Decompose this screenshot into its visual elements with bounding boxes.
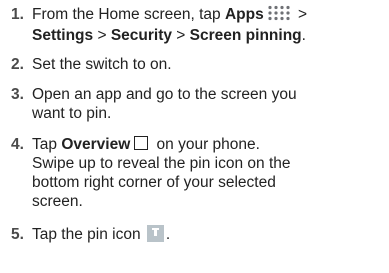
settings-label: Settings — [32, 27, 94, 44]
step-1-text-pre: From the Home screen, tap — [32, 6, 225, 23]
step-text: From the Home screen, tap Apps > Setting… — [32, 5, 384, 45]
apps-grid-icon — [267, 5, 291, 26]
screen-pinning-label: Screen pinning — [189, 27, 302, 44]
step-text: Tap the pin icon . — [32, 225, 384, 244]
step-5-text-pre: Tap the pin icon — [32, 226, 145, 243]
step-number: 3. — [11, 86, 24, 103]
step-4-line-3: bottom right corner of your selected — [32, 174, 276, 191]
separator: > — [93, 27, 111, 44]
overview-label: Overview — [61, 136, 131, 153]
step-4-text-pre: Tap — [32, 136, 62, 153]
overview-icon — [134, 136, 149, 150]
security-label: Security — [110, 27, 172, 44]
step-3-line-1: Open an app and go to the screen you — [32, 86, 297, 103]
step-number: 4. — [11, 136, 24, 153]
step-4-text-post: on your phone. — [152, 136, 260, 153]
step-text: Set the switch to on. — [32, 56, 172, 73]
pin-icon — [146, 225, 164, 242]
step-number: 1. — [11, 6, 24, 23]
step-3-line-2: want to pin. — [32, 105, 112, 122]
period: . — [301, 27, 306, 44]
period: . — [165, 226, 171, 243]
step-text: Open an app and go to the screen you wan… — [32, 85, 384, 123]
step-text: Tap Overview on your phone. Swipe up to … — [32, 135, 384, 211]
step-1-text-post: > — [293, 6, 308, 23]
step-number: 2. — [11, 56, 24, 73]
separator: > — [172, 27, 190, 44]
step-number: 5. — [11, 226, 24, 243]
apps-label: Apps — [224, 6, 264, 23]
step-4-line-4: screen. — [32, 193, 83, 210]
step-4-line-2: Swipe up to reveal the pin icon on the — [32, 155, 291, 172]
